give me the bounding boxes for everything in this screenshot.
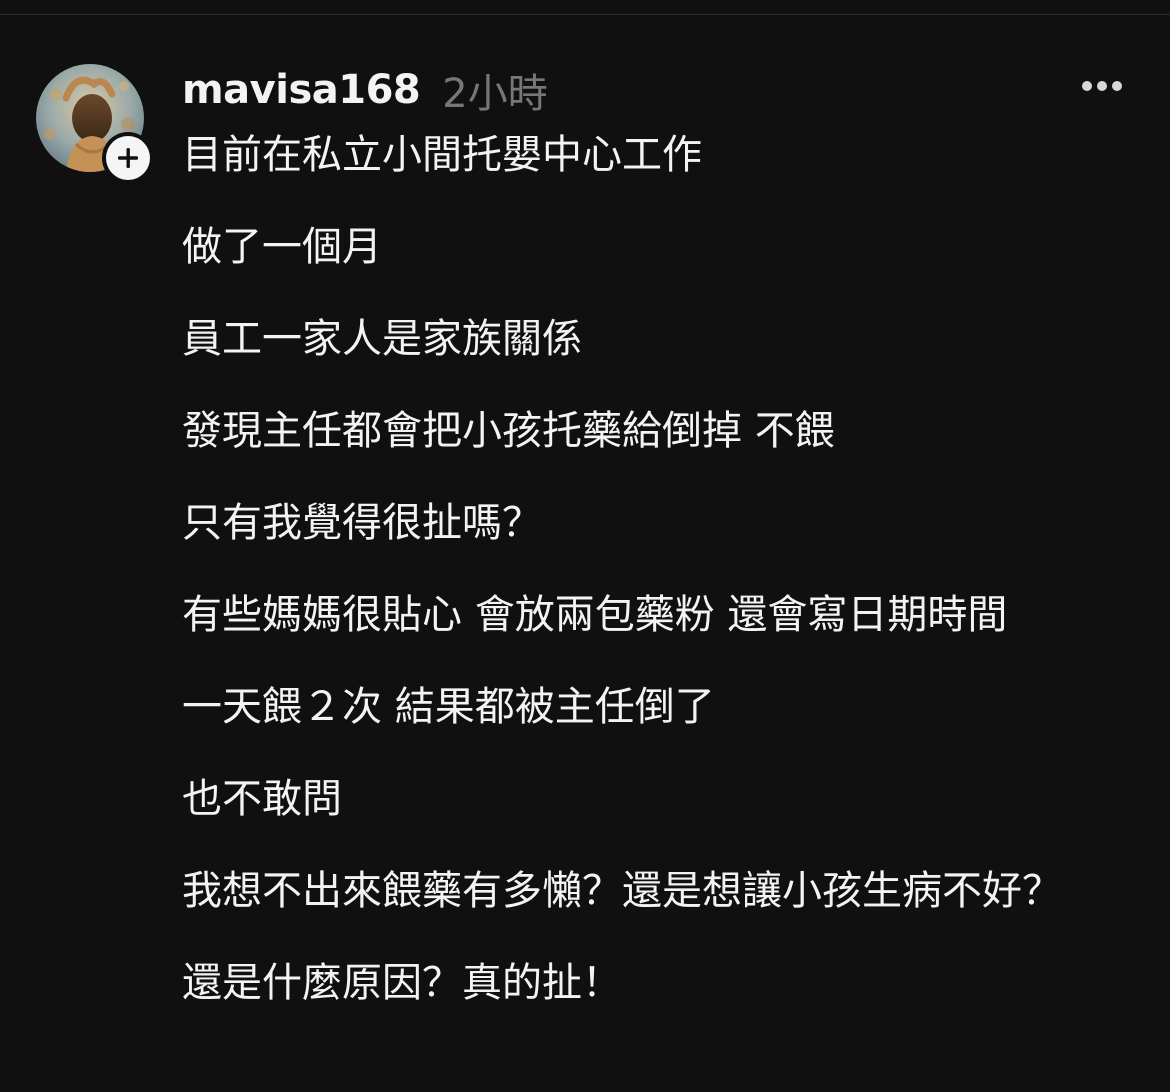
more-horizontal-icon [1082,81,1122,91]
more-options-button[interactable] [1076,70,1128,102]
avatar-container[interactable] [36,64,154,184]
top-divider [0,14,1170,15]
post-text-line: 發現主任都會把小孩托藥給倒掉 不餵 [182,408,835,454]
post-body: 目前在私立小間托嬰中心工作 做了一個月 員工一家人是家族關係 發現主任都會把小孩… [182,126,1122,1046]
post-text-line: 員工一家人是家族關係 [182,316,582,362]
follow-button[interactable] [102,132,154,184]
post-text-line: 一天餵２次 結果都被主任倒了 [182,684,715,730]
post-text-line: 還是什麼原因？真的扯！ [182,960,622,1006]
follow-button-face[interactable] [106,136,150,180]
username-link[interactable]: mavisa168 [182,67,421,113]
post-text-line: 我想不出來餵藥有多懶？還是想讓小孩生病不好？ [182,868,1062,914]
post-header: mavisa168 2小時 [182,62,548,118]
plus-icon [118,148,138,168]
post-text-line: 有些媽媽很貼心 會放兩包藥粉 還會寫日期時間 [182,592,1008,638]
post-text-line: 只有我覺得很扯嗎？ [182,500,542,546]
post-text-line: 目前在私立小間托嬰中心工作 [182,132,702,178]
post-text-line: 做了一個月 [182,224,382,270]
post-timestamp: 2小時 [442,71,548,117]
post-text-line: 也不敢問 [182,776,342,822]
